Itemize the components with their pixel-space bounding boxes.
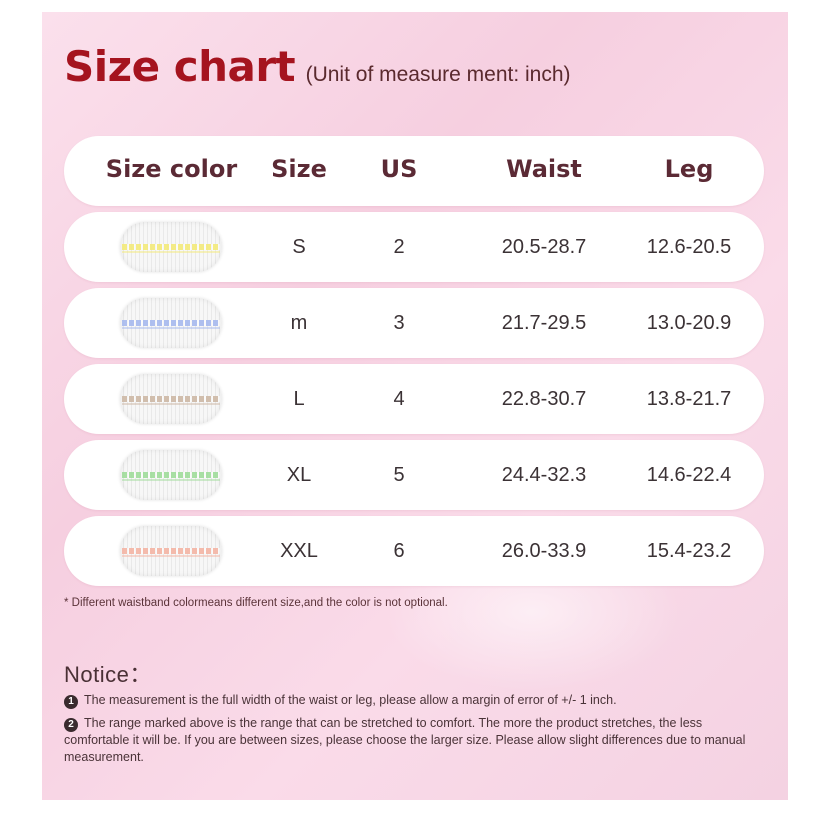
- waistband-swatch: [120, 222, 222, 272]
- waistband-swatch: [120, 298, 222, 348]
- waistband-swatch: [120, 526, 222, 576]
- cell-leg: 13.0-20.9: [646, 312, 732, 334]
- header-leg: Leg: [664, 155, 714, 183]
- cell-size: XXL: [280, 540, 318, 562]
- cell-size: L: [293, 388, 305, 410]
- number-badge-icon: 1: [64, 695, 78, 709]
- notice-title: Notice：: [64, 662, 152, 687]
- waistband-swatch: [120, 450, 222, 500]
- table-row: XXL 6 26.0-33.9 15.4-23.2: [64, 516, 764, 586]
- size-chart-panel: Size chart (Unit of measure ment: inch) …: [42, 12, 788, 800]
- notice-item: 2 The range marked above is the range tha…: [64, 715, 764, 766]
- color-footnote: * Different waistband colormeans differe…: [64, 597, 448, 609]
- table-row: m 3 21.7-29.5 13.0-20.9: [64, 288, 764, 358]
- notice-text: The measurement is the full width of the…: [84, 693, 617, 707]
- table-row: S 2 20.5-28.7 12.6-20.5: [64, 212, 764, 282]
- title-unit: (Unit of measure ment: inch): [305, 63, 571, 86]
- table-header-row: Size color Size US Waist Leg: [64, 136, 764, 206]
- table-row: XL 5 24.4-32.3 14.6-22.4: [64, 440, 764, 510]
- cell-us: 4: [393, 388, 405, 410]
- number-badge-icon: 2: [64, 718, 78, 732]
- cell-us: 3: [393, 312, 405, 334]
- header-us: US: [380, 155, 418, 183]
- waistband-swatch: [120, 374, 222, 424]
- cell-us: 5: [393, 464, 405, 486]
- cell-size: m: [290, 312, 308, 334]
- cell-size: S: [292, 236, 306, 258]
- cell-leg: 12.6-20.5: [646, 236, 732, 258]
- cell-size: XL: [286, 464, 312, 486]
- notice-item: 1 The measurement is the full width of th…: [64, 692, 764, 709]
- notice-text: The range marked above is the range that…: [64, 716, 746, 764]
- cell-leg: 13.8-21.7: [646, 388, 732, 410]
- page-title: Size chart (Unit of measure ment: inch): [64, 42, 571, 91]
- table-row: L 4 22.8-30.7 13.8-21.7: [64, 364, 764, 434]
- title-main: Size chart: [64, 42, 296, 91]
- cell-us: 2: [393, 236, 405, 258]
- cell-us: 6: [393, 540, 405, 562]
- cell-leg: 14.6-22.4: [646, 464, 732, 486]
- cell-leg: 15.4-23.2: [646, 540, 732, 562]
- header-size-color: Size color: [105, 155, 238, 183]
- header-size: Size: [271, 155, 327, 183]
